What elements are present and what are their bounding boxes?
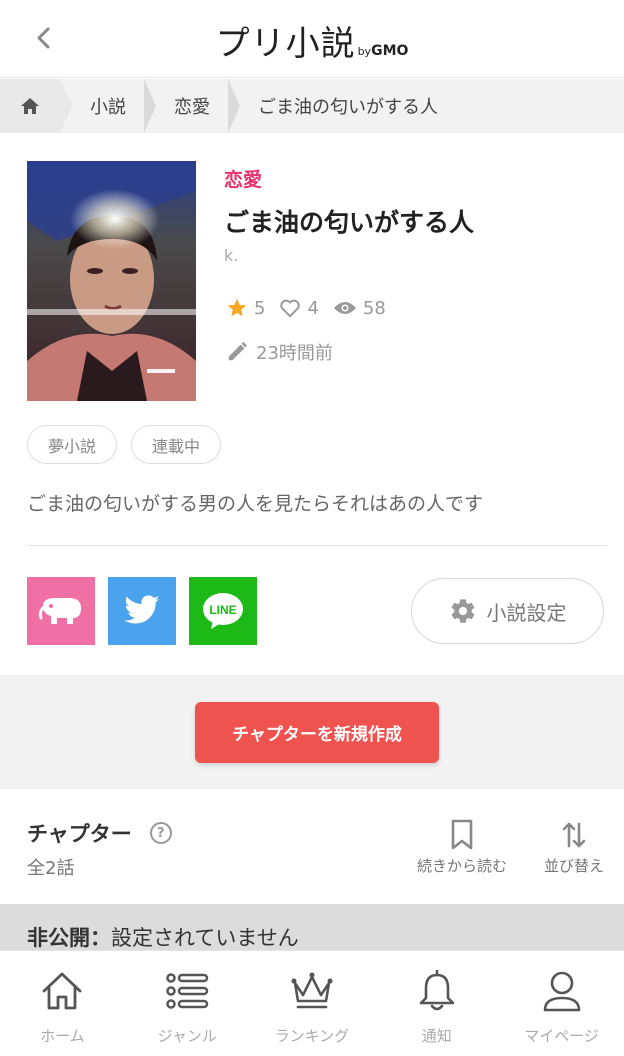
nav-genre[interactable]: ジャンル (125, 951, 250, 1056)
likes-stat: 4 (279, 297, 319, 319)
share-prichat-button[interactable] (27, 577, 95, 645)
home-icon (21, 98, 39, 114)
user-icon (543, 971, 580, 1012)
line-logo-text: LINE (209, 603, 236, 617)
heart-icon (280, 299, 301, 318)
nav-ranking-label: ランキング (274, 1027, 350, 1045)
settings-label: 小説設定 (486, 600, 567, 625)
novel-summary: ごま油の匂いがする男の人を見たらそれはあの人です (27, 493, 484, 515)
resume-reading-button[interactable]: 続きから読む (410, 815, 514, 876)
nav-mypage[interactable]: マイページ (499, 951, 624, 1056)
chapters-heading-text: チャプター (27, 822, 132, 846)
breadcrumb-item-genre[interactable]: 恋愛 (156, 79, 228, 133)
help-icon[interactable]: ? (149, 822, 172, 844)
sort-label: 並び替え (543, 857, 604, 875)
home-icon (42, 972, 82, 1010)
resume-reading-label: 続きから読む (416, 857, 507, 875)
gear-icon (451, 599, 474, 623)
likes-count: 4 (307, 297, 319, 319)
share-twitter-button[interactable] (108, 577, 176, 645)
novel-cover-image (27, 161, 196, 401)
line-icon: LINE (203, 593, 243, 629)
breadcrumb: 小説 恋愛 ごま油の匂いがする人 (0, 79, 624, 133)
logo-text: プリ小説 (215, 24, 356, 64)
logo-gmo: GMO (371, 43, 409, 59)
tag-dream-novel[interactable]: 夢小説 (27, 425, 118, 464)
nav-home-label: ホーム (40, 1027, 85, 1045)
nav-ranking[interactable]: ランキング (250, 951, 375, 1056)
views-stat: 58 (333, 298, 386, 319)
pencil-icon (228, 341, 248, 361)
views-count: 58 (362, 297, 386, 319)
novel-stats: 5 4 58 (226, 297, 400, 319)
nav-notifications-label: 通知 (421, 1027, 452, 1045)
site-logo[interactable]: プリ小説 byGMO (0, 16, 624, 64)
novel-title: ごま油の匂いがする人 (224, 208, 475, 237)
bottom-navigation: ホーム ジャンル ランキング 通知 マイページ (0, 950, 624, 1056)
create-chapter-area: チャプターを新規作成 (0, 675, 624, 789)
logo-by: by (357, 45, 372, 58)
private-status-text: 非公開：設定されていません (27, 922, 299, 952)
app-header: プリ小説 byGMO (0, 0, 624, 78)
novel-updated: 23時間前 (226, 339, 333, 365)
eye-icon (333, 302, 356, 314)
private-label: 非公開： (27, 926, 111, 950)
novel-settings-button[interactable]: 小説設定 (411, 578, 604, 644)
chapter-count: 全2話 (27, 858, 75, 879)
nav-notifications[interactable]: 通知 (374, 951, 499, 1056)
breadcrumb-item-novel[interactable]: 小説 (72, 79, 144, 133)
nav-genre-label: ジャンル (157, 1027, 217, 1045)
breadcrumb-item-current: ごま油の匂いがする人 (258, 97, 438, 118)
novel-tags: 夢小説 連載中 (27, 425, 235, 464)
sort-arrows-icon (562, 822, 586, 848)
create-chapter-button[interactable]: チャプターを新規作成 (195, 702, 439, 763)
divider (27, 545, 607, 546)
star-icon (227, 298, 247, 317)
nav-home[interactable]: ホーム (0, 951, 125, 1056)
stars-count: 5 (254, 297, 266, 319)
breadcrumb-separator (60, 79, 72, 133)
list-icon (166, 973, 209, 1009)
chapters-heading: チャプター ? (27, 818, 172, 848)
breadcrumb-separator (228, 79, 240, 133)
crown-icon (291, 972, 333, 1009)
updated-time: 23時間前 (256, 343, 333, 364)
twitter-bird-icon (124, 595, 160, 624)
nav-mypage-label: マイページ (524, 1027, 599, 1045)
elephant-icon (38, 598, 81, 624)
stars-stat: 5 (226, 297, 265, 319)
novel-author[interactable]: k. (224, 246, 238, 265)
tag-serializing[interactable]: 連載中 (131, 425, 222, 464)
private-value: 設定されていません (111, 926, 299, 950)
breadcrumb-separator (144, 79, 156, 133)
bookmark-icon (451, 819, 473, 850)
bell-icon (419, 970, 455, 1011)
sort-button[interactable]: 並び替え (538, 815, 610, 876)
share-line-button[interactable]: LINE (189, 577, 257, 645)
novel-genre[interactable]: 恋愛 (224, 165, 262, 192)
breadcrumb-home[interactable] (0, 79, 60, 133)
